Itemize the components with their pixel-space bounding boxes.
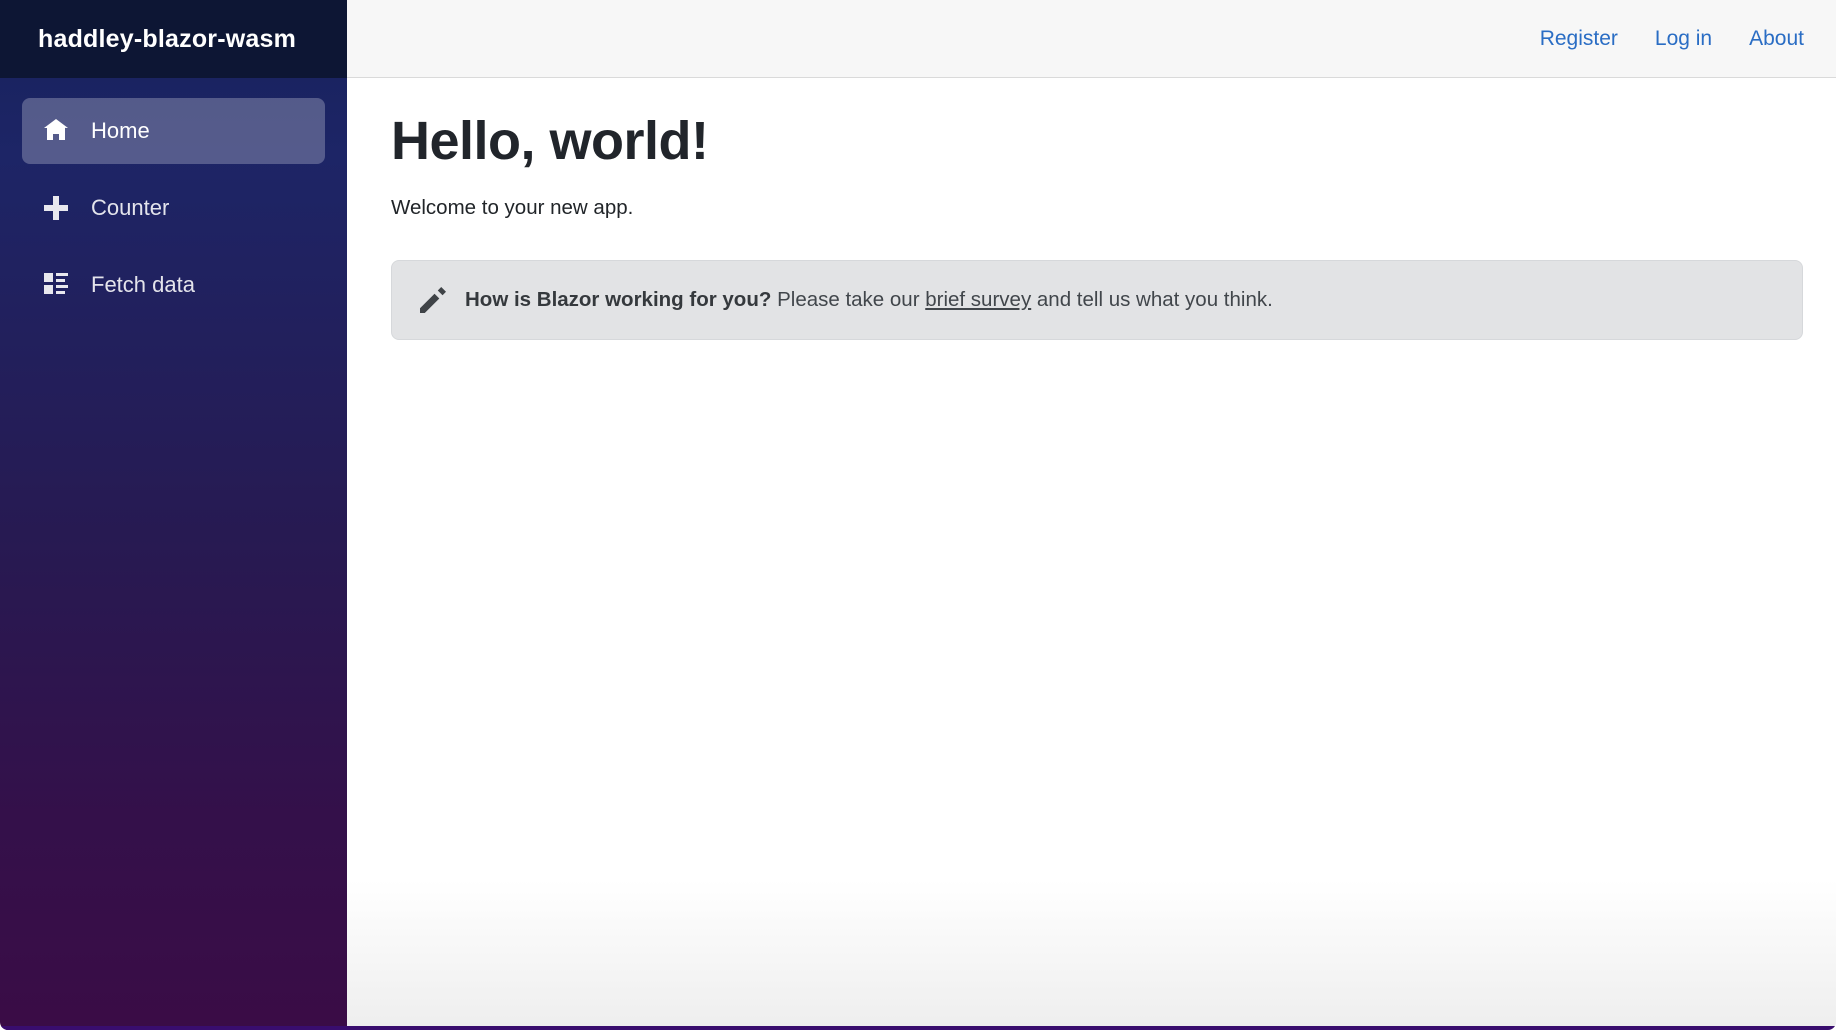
survey-link[interactable]: brief survey — [925, 288, 1031, 311]
about-link[interactable]: About — [1749, 27, 1804, 51]
main-column: Register Log in About Hello, world! Welc… — [347, 0, 1836, 1030]
register-link[interactable]: Register — [1540, 27, 1618, 51]
survey-question: How is Blazor working for you? — [465, 287, 772, 311]
sidebar-item-label: Counter — [91, 195, 170, 220]
survey-text-before-link: Please take our — [771, 287, 926, 311]
brand-row: haddley-blazor-wasm — [0, 0, 347, 78]
sidebar-item-label: Fetch data — [91, 272, 195, 297]
sidebar-item-label: Home — [91, 118, 150, 143]
plus-icon — [44, 196, 68, 220]
bottom-shadow — [347, 880, 1836, 1030]
top-bar: Register Log in About — [347, 0, 1836, 78]
app-window: haddley-blazor-wasm Home Counter Fetch d… — [0, 0, 1836, 1030]
home-icon — [44, 119, 68, 143]
pencil-icon — [420, 287, 446, 313]
main-content: Hello, world! Welcome to your new app. H… — [347, 78, 1836, 1030]
welcome-text: Welcome to your new app. — [391, 196, 634, 219]
window-bottom-edge — [0, 1026, 1836, 1030]
sidebar-item-fetch-data[interactable]: Fetch data — [22, 252, 325, 318]
sidebar: haddley-blazor-wasm Home Counter Fetch d… — [0, 0, 347, 1030]
survey-alert: How is Blazor working for you? Please ta… — [391, 260, 1803, 340]
sidebar-item-counter[interactable]: Counter — [22, 175, 325, 241]
sidebar-item-home[interactable]: Home — [22, 98, 325, 164]
list-rich-icon — [44, 273, 68, 297]
page-title: Hello, world! — [391, 111, 709, 171]
sidebar-nav: Home Counter Fetch data — [0, 78, 347, 1030]
survey-text-after-link: and tell us what you think. — [1031, 287, 1273, 311]
brand-title[interactable]: haddley-blazor-wasm — [38, 25, 296, 54]
login-link[interactable]: Log in — [1655, 27, 1712, 51]
survey-text: How is Blazor working for you? Please ta… — [465, 287, 1273, 314]
